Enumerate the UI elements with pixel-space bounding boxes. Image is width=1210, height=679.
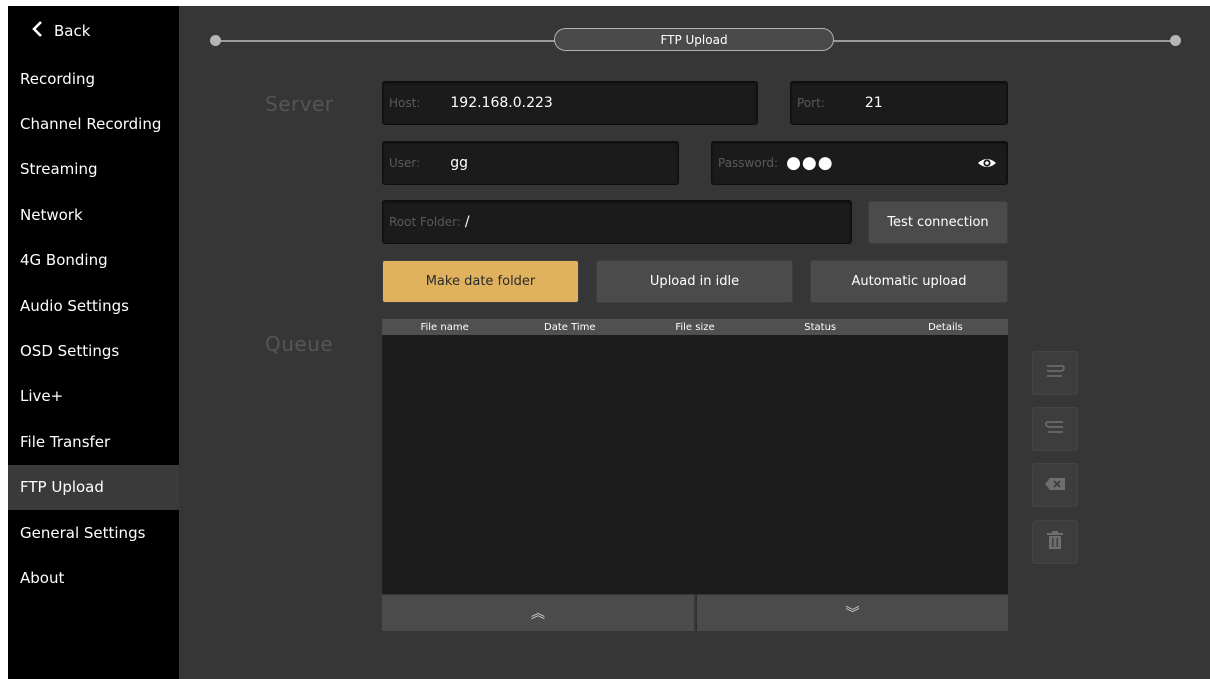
user-label: User: [389, 156, 421, 170]
queue-section-label: Queue [265, 332, 334, 356]
sidebar-item-about[interactable]: About [8, 555, 179, 600]
root-folder-field[interactable]: Root Folder: / [382, 200, 852, 244]
server-section-label: Server [265, 92, 334, 116]
header-line-left [216, 40, 556, 42]
sidebar-item-audio-settings[interactable]: Audio Settings [8, 283, 179, 328]
remove-item-button[interactable] [1032, 463, 1078, 507]
column-header-status[interactable]: Status [758, 322, 883, 333]
host-label: Host: [389, 96, 421, 110]
back-label: Back [54, 22, 91, 40]
back-button[interactable]: Back [8, 6, 179, 56]
port-field[interactable]: Port: 21 [790, 81, 1008, 125]
sidebar-menu: Recording Channel Recording Streaming Ne… [8, 56, 179, 601]
header-dot-left [210, 35, 221, 46]
password-field[interactable]: Password: ●●● [711, 141, 1008, 185]
page-title: FTP Upload [554, 28, 834, 51]
password-mask: ●●● [786, 153, 834, 173]
scroll-up-button[interactable]: ︽ [382, 595, 694, 631]
sidebar-item-4g-bonding[interactable]: 4G Bonding [8, 238, 179, 283]
double-chevron-up-icon: ︽ [531, 606, 545, 622]
header-line-right [832, 40, 1175, 42]
move-up-button[interactable] [1032, 351, 1078, 395]
automatic-upload-button[interactable]: Automatic upload [810, 260, 1008, 303]
column-header-date-time[interactable]: Date Time [507, 322, 632, 333]
sidebar-item-file-transfer[interactable]: File Transfer [8, 419, 179, 464]
header-dot-right [1170, 35, 1181, 46]
double-chevron-down-icon: ︾ [845, 606, 860, 622]
app-window: Back Recording Channel Recording Streami… [8, 6, 1210, 679]
host-field[interactable]: Host: 192.168.0.223 [382, 81, 758, 125]
user-field[interactable]: User: gg [382, 141, 679, 185]
clear-all-button[interactable] [1032, 520, 1078, 564]
column-header-details[interactable]: Details [883, 322, 1008, 333]
sidebar-item-live-plus[interactable]: Live+ [8, 374, 179, 419]
sidebar-item-general-settings[interactable]: General Settings [8, 510, 179, 555]
sidebar-item-channel-recording[interactable]: Channel Recording [8, 101, 179, 146]
queue-table-body[interactable] [382, 335, 1008, 594]
upload-in-idle-button[interactable]: Upload in idle [596, 260, 793, 303]
make-date-folder-button[interactable]: Make date folder [382, 260, 579, 303]
sidebar-item-recording[interactable]: Recording [8, 56, 179, 101]
password-label: Password: [718, 156, 779, 170]
sidebar-item-ftp-upload[interactable]: FTP Upload [8, 464, 179, 510]
column-header-file-name[interactable]: File name [382, 322, 507, 333]
list-move-down-icon [1045, 419, 1065, 439]
root-folder-value: / [464, 214, 470, 230]
sidebar-item-osd-settings[interactable]: OSD Settings [8, 328, 179, 373]
eye-icon[interactable] [977, 155, 997, 175]
port-value: 21 [864, 95, 883, 111]
column-header-file-size[interactable]: File size [632, 322, 757, 333]
host-value: 192.168.0.223 [450, 95, 553, 111]
sidebar: Back Recording Channel Recording Streami… [8, 6, 179, 679]
port-label: Port: [797, 96, 825, 110]
sidebar-item-streaming[interactable]: Streaming [8, 147, 179, 192]
chevron-left-icon [20, 20, 54, 43]
scroll-down-button[interactable]: ︾ [696, 595, 1008, 631]
backspace-icon [1044, 476, 1066, 495]
list-move-up-icon [1045, 363, 1065, 383]
root-folder-label: Root Folder: [389, 215, 461, 229]
test-connection-button[interactable]: Test connection [868, 201, 1008, 244]
trash-icon [1047, 531, 1063, 553]
user-value: gg [450, 155, 468, 171]
queue-table-header: File name Date Time File size Status Det… [382, 319, 1008, 335]
move-down-button[interactable] [1032, 407, 1078, 451]
sidebar-item-network[interactable]: Network [8, 192, 179, 237]
